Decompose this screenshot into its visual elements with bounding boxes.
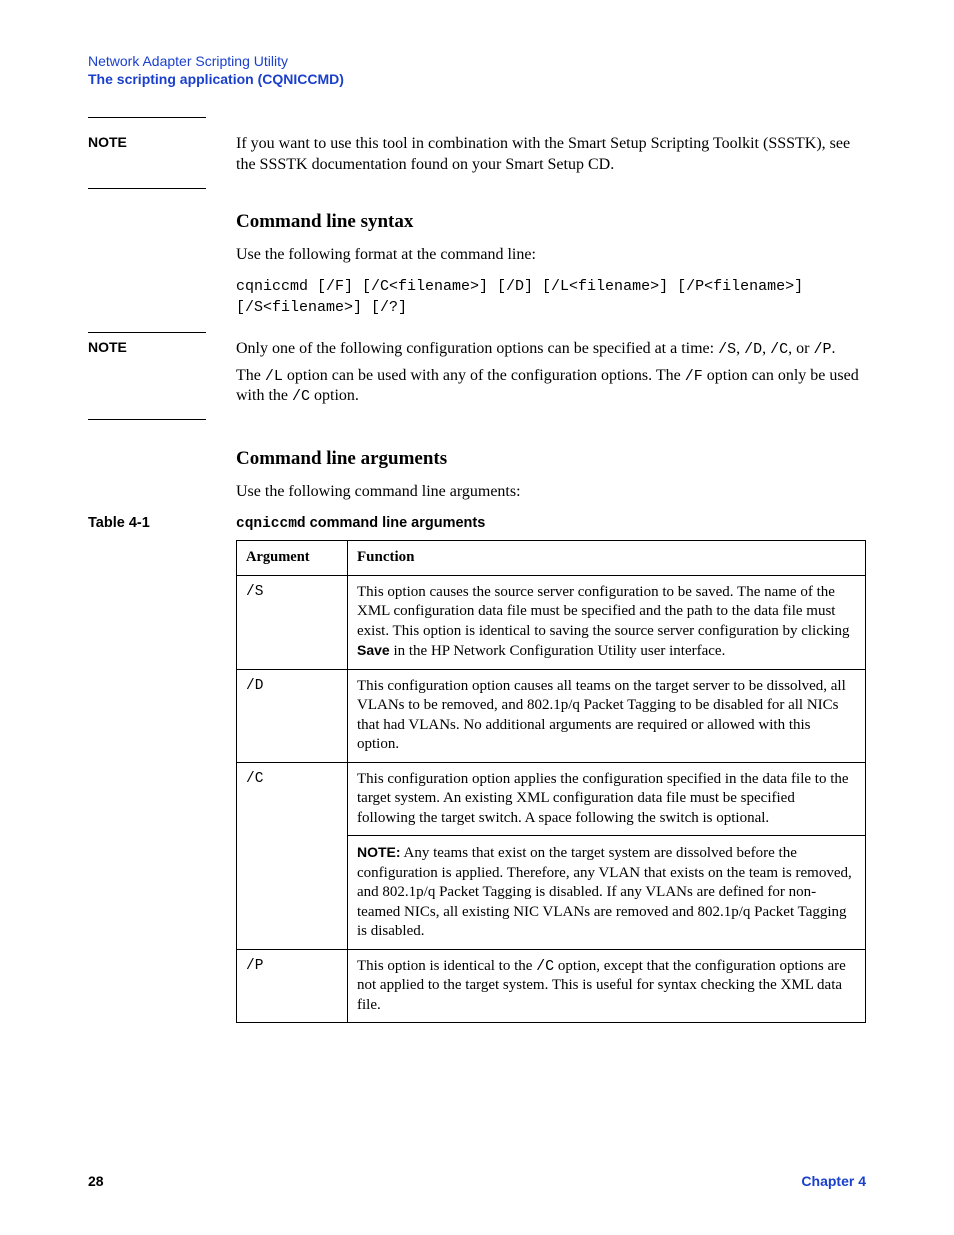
header-section: Network Adapter Scripting Utility [88,53,866,69]
note-text-inline: Any teams that exist on the target syste… [357,845,852,939]
section-heading: Command line syntax [236,211,866,233]
section-heading: Command line arguments [236,448,866,470]
note-label-col: NOTE [88,339,236,407]
code-block: cqniccmd [/F] [/C<filename>] [/D] [/L<fi… [236,277,866,318]
bold-text: Save [357,642,390,658]
text: This option causes the source server con… [357,584,850,639]
arg-cell: /S [237,575,348,669]
table-row: /D This configuration option causes all … [237,669,866,762]
note-rule-bottom [88,188,206,189]
table-header-row: Argument Function [237,541,866,576]
arg-cell: /C [237,762,348,949]
code: /F [685,368,703,385]
section-lead: Use the following command line arguments… [236,482,866,503]
func-cell: This option is identical to the /C optio… [348,949,866,1023]
text: option. [310,387,359,404]
table-caption: cqniccmd command line arguments [236,515,485,532]
arguments-table: Argument Function /S This option causes … [236,540,866,1023]
table-row: /P This option is identical to the /C op… [237,949,866,1023]
text: The [236,367,265,384]
note-block-2: NOTE Only one of the following configura… [88,333,866,419]
func-cell: This configuration option causes all tea… [348,669,866,762]
code: /S [718,341,736,358]
arg-cell: /P [237,949,348,1023]
code: /D [744,341,762,358]
code: /P [813,341,831,358]
code: /L [265,368,283,385]
table-row: /S This option causes the source server … [237,575,866,669]
note-block-1: NOTE If you want to use this tool in com… [88,128,866,188]
note-label: NOTE [88,134,127,150]
text: , [736,340,744,357]
note-body: Only one of the following configuration … [236,339,866,407]
header-subsection: The scripting application (CQNICCMD) [88,71,866,87]
text: option can be used with any of the confi… [283,367,685,384]
func-cell: This configuration option applies the co… [348,762,866,836]
text: This option is identical to the [357,958,536,974]
note-text: If you want to use this tool in combinat… [236,134,866,176]
note-rule-top [88,117,206,128]
section-lead: Use the following format at the command … [236,245,866,266]
code: /C [770,341,788,358]
text: , or [788,340,813,357]
table-caption-text: command line arguments [306,515,486,531]
text: in the HP Network Configuration Utility … [390,643,726,659]
section-command-line-arguments: Command line arguments Use the following… [236,448,866,503]
page: Network Adapter Scripting Utility The sc… [0,0,954,1235]
table-row: /C This configuration option applies the… [237,762,866,836]
note-text-p1: Only one of the following configuration … [236,339,866,360]
note-label-inline: NOTE: [357,844,401,860]
func-cell: This option causes the source server con… [348,575,866,669]
section-command-line-syntax: Command line syntax Use the following fo… [236,211,866,318]
code: /C [536,958,554,975]
arg-cell: /D [237,669,348,762]
note-label: NOTE [88,339,127,355]
table-caption-row: Table 4-1 cqniccmd command line argument… [88,515,866,532]
text: Only one of the following configuration … [236,340,718,357]
table-number: Table 4-1 [88,515,236,531]
page-footer: 28 Chapter 4 [88,1173,866,1189]
page-header: Network Adapter Scripting Utility The sc… [88,53,866,87]
note-label-col: NOTE [88,134,236,176]
col-header-argument: Argument [237,541,348,576]
page-number: 28 [88,1173,104,1189]
table-caption-code: cqniccmd [236,516,306,532]
chapter-label: Chapter 4 [801,1173,866,1189]
text: . [831,340,835,357]
col-header-function: Function [348,541,866,576]
code: /C [292,388,310,405]
text: , [762,340,770,357]
note-rule-bottom [88,419,206,420]
note-text-p2: The /L option can be used with any of th… [236,366,866,408]
func-cell-note: NOTE: Any teams that exist on the target… [348,836,866,950]
note-body: If you want to use this tool in combinat… [236,134,866,176]
